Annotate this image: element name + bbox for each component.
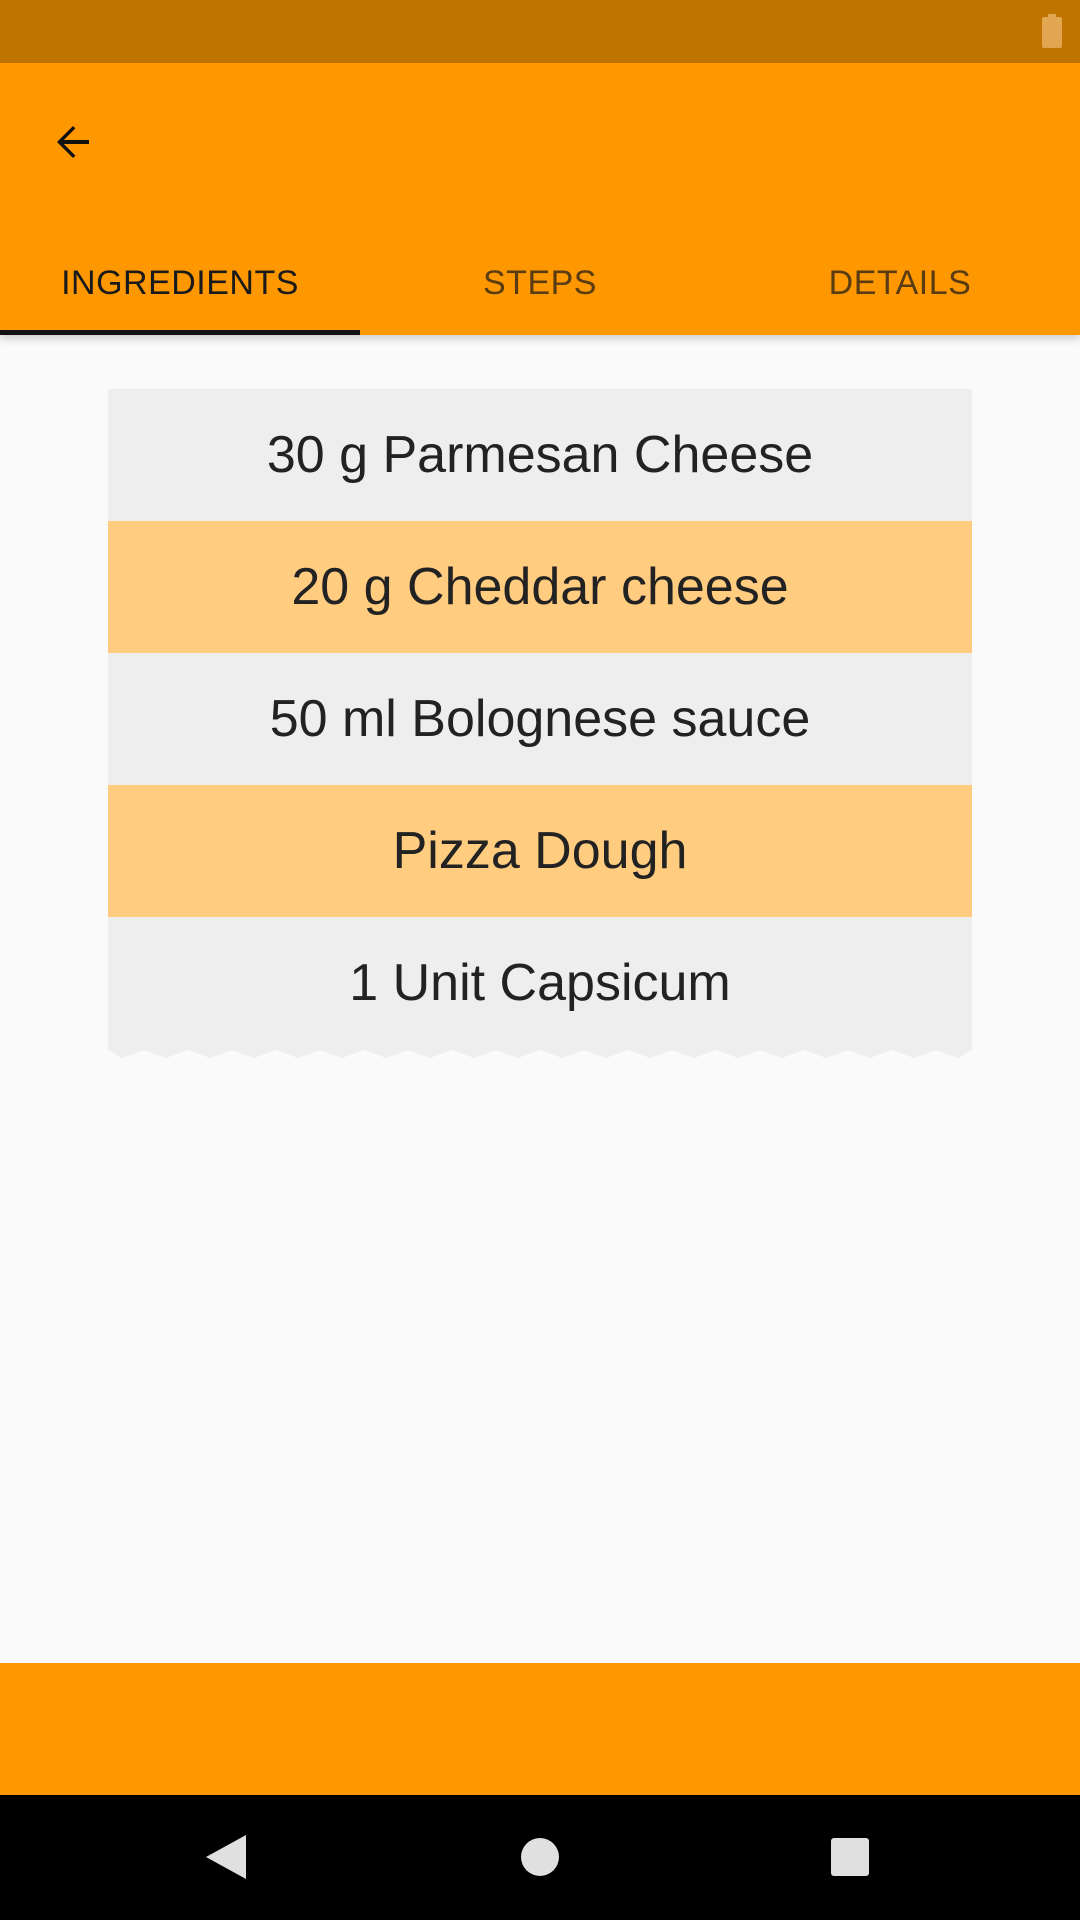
tab-steps-label: STEPS <box>483 263 597 302</box>
back-button[interactable] <box>36 105 110 179</box>
nav-home-button[interactable] <box>508 1825 572 1889</box>
ingredient-text: 30 g Parmesan Cheese <box>266 426 814 484</box>
tab-details-label: DETAILS <box>828 263 972 302</box>
nav-recents-button[interactable] <box>818 1825 882 1889</box>
list-item: Pizza Dough <box>108 785 972 917</box>
triangle-back-icon <box>206 1835 246 1879</box>
bottom-bar <box>0 1663 1080 1795</box>
tab-bar: INGREDIENTS STEPS DETAILS <box>0 231 1080 335</box>
ingredient-text: 50 ml Bolognese sauce <box>269 690 811 748</box>
status-bar <box>0 0 1080 63</box>
list-item: 1 Unit Capsicum <box>108 917 972 1049</box>
tab-indicator <box>0 330 360 335</box>
app-bar: INGREDIENTS STEPS DETAILS <box>0 63 1080 335</box>
ingredient-text: Pizza Dough <box>392 822 688 880</box>
square-recents-icon <box>831 1838 869 1876</box>
ingredient-text: 20 g Cheddar cheese <box>291 558 789 616</box>
arrow-left-icon <box>57 126 89 158</box>
list-item: 50 ml Bolognese sauce <box>108 653 972 785</box>
circle-home-icon <box>521 1838 559 1876</box>
nav-back-button[interactable] <box>194 1825 258 1889</box>
tab-steps[interactable]: STEPS <box>360 231 720 335</box>
tab-details[interactable]: DETAILS <box>720 231 1080 335</box>
list-item: 30 g Parmesan Cheese <box>108 389 972 521</box>
ingredients-list: 30 g Parmesan Cheese 20 g Cheddar cheese… <box>108 389 972 1064</box>
tab-ingredients-label: INGREDIENTS <box>61 263 299 302</box>
list-item: 20 g Cheddar cheese <box>108 521 972 653</box>
navigation-bar <box>0 1795 1080 1920</box>
battery-icon <box>1042 14 1062 48</box>
ingredient-text: 1 Unit Capsicum <box>349 954 731 1012</box>
tab-ingredients[interactable]: INGREDIENTS <box>0 231 360 335</box>
zigzag-edge <box>108 1048 972 1058</box>
